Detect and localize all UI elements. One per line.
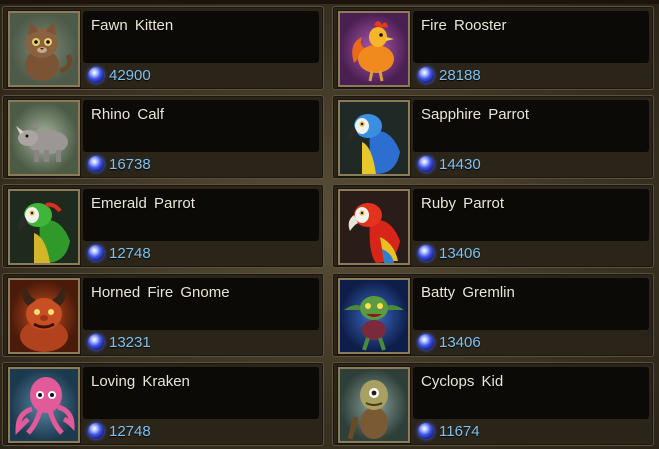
pet-card-batty-gremlin[interactable]: Batty Gremlin 13406 <box>332 273 654 357</box>
name-panel: Sapphire Parrot <box>413 100 649 152</box>
fawn-kitten-portrait <box>8 11 80 87</box>
pet-card-fawn-kitten[interactable]: Fawn Kitten 42900 <box>2 6 324 90</box>
blue-gem-icon <box>88 67 104 83</box>
blue-gem-icon <box>418 245 434 261</box>
pet-price: 13406 <box>439 244 481 262</box>
name-panel: Rhino Calf <box>83 100 319 152</box>
price-row: 12748 <box>88 421 151 441</box>
name-panel: Fawn Kitten <box>83 11 319 63</box>
pet-card-rhino-calf[interactable]: Rhino Calf 16738 <box>2 95 324 179</box>
name-panel: Ruby Parrot <box>413 189 649 241</box>
pet-price: 14430 <box>439 155 481 173</box>
pet-card-fire-rooster[interactable]: Fire Rooster 28188 <box>332 6 654 90</box>
pet-name: Emerald Parrot <box>91 195 195 212</box>
blue-gem-icon <box>418 156 434 172</box>
pet-card-loving-kraken[interactable]: Loving Kraken 12748 <box>2 362 324 446</box>
rhino-calf-portrait <box>8 100 80 176</box>
pet-price: 16738 <box>109 155 151 173</box>
price-row: 13231 <box>88 332 151 352</box>
pet-name: Rhino Calf <box>91 106 165 123</box>
fire-rooster-portrait <box>338 11 410 87</box>
pet-shop-grid: Fawn Kitten 42900 Fire Rooster 28188 Rhi… <box>2 6 654 446</box>
pet-name: Ruby Parrot <box>421 195 505 212</box>
name-panel: Cyclops Kid <box>413 367 649 419</box>
blue-gem-icon <box>418 67 434 83</box>
ruby-parrot-portrait <box>338 189 410 265</box>
pet-price: 13406 <box>439 333 481 351</box>
price-row: 12748 <box>88 243 151 263</box>
pet-card-sapphire-parrot[interactable]: Sapphire Parrot 14430 <box>332 95 654 179</box>
emerald-parrot-portrait <box>8 189 80 265</box>
price-row: 42900 <box>88 65 151 85</box>
pet-name: Batty Gremlin <box>421 284 515 301</box>
name-panel: Horned Fire Gnome <box>83 278 319 330</box>
blue-gem-icon <box>88 156 104 172</box>
pet-price: 12748 <box>109 244 151 262</box>
cyclops-kid-portrait <box>338 367 410 443</box>
price-row: 13406 <box>418 332 481 352</box>
pet-card-ruby-parrot[interactable]: Ruby Parrot 13406 <box>332 184 654 268</box>
pet-card-horned-fire-gnome[interactable]: Horned Fire Gnome 13231 <box>2 273 324 357</box>
price-row: 16738 <box>88 154 151 174</box>
blue-gem-icon <box>88 245 104 261</box>
pet-name: Fire Rooster <box>421 17 507 34</box>
price-row: 14430 <box>418 154 481 174</box>
pet-price: 28188 <box>439 66 481 84</box>
pet-name: Fawn Kitten <box>91 17 174 34</box>
batty-gremlin-portrait <box>338 278 410 354</box>
pet-price: 12748 <box>109 422 151 440</box>
name-panel: Loving Kraken <box>83 367 319 419</box>
name-panel: Fire Rooster <box>413 11 649 63</box>
top-border <box>0 0 659 4</box>
pet-name: Cyclops Kid <box>421 373 504 390</box>
horned-fire-gnome-portrait <box>8 278 80 354</box>
blue-gem-icon <box>418 334 434 350</box>
pet-price: 13231 <box>109 333 151 351</box>
pet-price: 11674 <box>439 422 480 440</box>
price-row: 11674 <box>418 421 480 441</box>
pet-name: Horned Fire Gnome <box>91 284 230 301</box>
loving-kraken-portrait <box>8 367 80 443</box>
price-row: 28188 <box>418 65 481 85</box>
blue-gem-icon <box>88 334 104 350</box>
name-panel: Emerald Parrot <box>83 189 319 241</box>
sapphire-parrot-portrait <box>338 100 410 176</box>
blue-gem-icon <box>418 423 434 439</box>
pet-price: 42900 <box>109 66 151 84</box>
pet-card-cyclops-kid[interactable]: Cyclops Kid 11674 <box>332 362 654 446</box>
blue-gem-icon <box>88 423 104 439</box>
pet-card-emerald-parrot[interactable]: Emerald Parrot 12748 <box>2 184 324 268</box>
name-panel: Batty Gremlin <box>413 278 649 330</box>
price-row: 13406 <box>418 243 481 263</box>
pet-name: Sapphire Parrot <box>421 106 530 123</box>
pet-name: Loving Kraken <box>91 373 190 390</box>
